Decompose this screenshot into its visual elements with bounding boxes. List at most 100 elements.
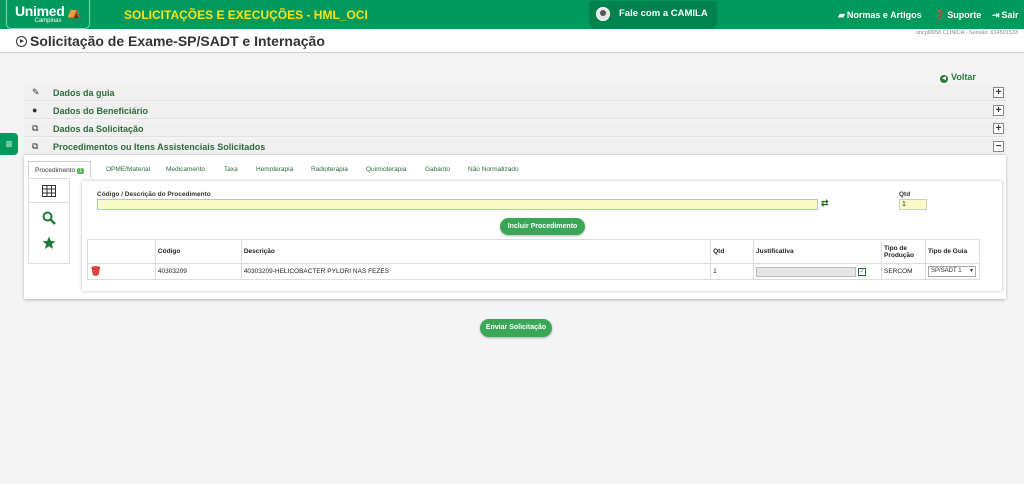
chevron-down-icon: ▾ (969, 268, 973, 274)
voltar-link[interactable]: ◂ Voltar (940, 72, 976, 83)
sair-label: Sair (1001, 10, 1019, 20)
procedure-form: Código / Descrição do Procedimento ⇄ Qtd… (82, 181, 1002, 291)
procedure-search-input[interactable] (97, 199, 818, 210)
normas-link[interactable]: ▰ Normas e Artigos (838, 10, 922, 21)
expand-icon[interactable]: + (993, 105, 1004, 116)
logo-name: Unimed (15, 3, 65, 19)
action-col-header (87, 239, 156, 264)
tab-opme-material[interactable]: OPME/Material (106, 161, 150, 178)
select-value: SP/SADT 1 (930, 268, 962, 274)
app-title: SOLICITAÇÕES E EXECUÇÕES - HML_OCI (124, 8, 368, 22)
logo-subtitle: Campinas (34, 18, 62, 24)
table-icon (42, 185, 56, 197)
tab-label: Procedimento (35, 167, 76, 174)
back-circle-icon: ◂ (940, 75, 948, 83)
tab-label: OPME/Material (106, 166, 151, 173)
tab-nao-normatizado[interactable]: Não Normatizado (468, 161, 519, 178)
tab-hemoterapia[interactable]: Hemoterapia (256, 161, 293, 178)
section-dados-beneficiario[interactable]: ● Dados do Beneficiário + (24, 103, 1006, 119)
tab-radioterapia[interactable]: Radioterapia (311, 161, 348, 178)
count-badge: 1 (77, 168, 84, 174)
logo-mark-icon: ⛺ (66, 5, 82, 19)
section-label: Procedimentos ou Itens Assistenciais Sol… (53, 142, 266, 152)
search-button[interactable] (29, 211, 69, 233)
tab-quimioterapia[interactable]: Quimioterapia (366, 161, 406, 178)
tab-gabarito[interactable]: Gabarito (425, 161, 450, 178)
cell-descricao: 40303209-HELICOBACTER PYLORI NAS FEZES (240, 263, 712, 280)
copy-icon: ⧉ (32, 141, 39, 151)
procedure-label: Código / Descrição do Procedimento (97, 191, 211, 198)
cell-codigo: 40303209 (154, 263, 242, 280)
section-label: Dados do Beneficiário (53, 106, 149, 116)
section-label: Dados da guia (53, 88, 115, 98)
tab-procedimento[interactable]: Procedimento 1 (28, 161, 91, 178)
col-qtd: Qtd (710, 239, 755, 264)
tab-label: Quimioterapia (366, 166, 407, 173)
tab-label: Taxa (224, 166, 238, 173)
tab-label: Não Normatizado (468, 166, 519, 173)
col-descricao: Descrição (240, 239, 712, 264)
favorites-button[interactable] (29, 236, 69, 258)
play-circle-icon (16, 36, 27, 47)
session-info: uncpl0058 CLINICA - Sessão: 614501533 (915, 30, 1018, 36)
section-dados-solicitacao[interactable]: ⧉ Dados da Solicitação + (24, 121, 1006, 137)
qtd-label: Qtd (899, 191, 911, 198)
logout-icon: ⇥ (992, 10, 1000, 20)
tab-label: Hemoterapia (256, 166, 294, 173)
expand-icon[interactable]: + (993, 123, 1004, 134)
user-icon: ● (32, 105, 38, 115)
question-icon: ❓ (934, 10, 946, 20)
tab-label: Medicamento (166, 166, 206, 173)
justificativa-input[interactable] (756, 266, 857, 277)
page-title-text: Solicitação de Exame-SP/SADT e Internaçã… (30, 33, 325, 49)
top-bar: Unimed ⛺ Campinas SOLICITAÇÕES E EXECUÇÕE… (0, 0, 1024, 29)
tab-taxa[interactable]: Taxa (224, 161, 238, 178)
col-tipo-guia: Tipo de Guia (924, 239, 981, 264)
cell-justificativa: ✓ (753, 263, 882, 280)
search-icon (42, 211, 56, 225)
voltar-label: Voltar (951, 72, 976, 82)
table-header-row: Código Descrição Qtd Justificativa Tipo … (87, 239, 981, 264)
row-actions: 🗑 (87, 263, 156, 280)
tab-label: Radioterapia (311, 166, 348, 173)
qtd-input[interactable]: 1 (899, 199, 927, 210)
section-dados-guia[interactable]: ✎ Dados da guia + (24, 85, 1006, 101)
tab-label: Gabarito (425, 166, 450, 173)
tab-medicamento[interactable]: Medicamento (166, 161, 205, 178)
unimed-logo[interactable]: Unimed ⛺ Campinas (6, 0, 90, 29)
suporte-label: Suporte (947, 10, 982, 20)
trash-icon[interactable]: 🗑 (90, 266, 101, 277)
star-icon (42, 236, 56, 249)
chat-label: Fale com a CAMILA (619, 8, 708, 19)
chat-camila-button[interactable]: Fale com a CAMILA (590, 1, 716, 27)
sidebar-toggle-button[interactable]: ≡ (0, 133, 18, 155)
avatar-icon (596, 7, 610, 21)
copy-icon: ⧉ (32, 123, 39, 133)
edit-check-icon[interactable]: ✓ (858, 267, 867, 276)
table-row: 🗑 40303209 40303209-HELICOBACTER PYLORI … (87, 263, 981, 280)
col-tipo-producao: Tipo de Produção (881, 239, 926, 264)
cell-tipo-guia: SP/SADT 1 ▾ (924, 263, 981, 280)
book-icon: ▰ (838, 10, 845, 20)
edit-icon: ✎ (32, 87, 40, 97)
enviar-solicitacao-button[interactable]: Enviar Solicitação (480, 319, 552, 337)
incluir-procedimento-button[interactable]: Incluir Procedimento (500, 218, 585, 235)
section-label: Dados da Solicitação (53, 124, 144, 134)
cell-qtd: 1 (710, 263, 755, 280)
suporte-link[interactable]: ❓ Suporte (934, 10, 981, 21)
table-view-button[interactable] (29, 181, 69, 203)
section-procedimentos[interactable]: ⧉ Procedimentos ou Itens Assistenciais S… (24, 139, 1006, 155)
col-codigo: Código (154, 239, 242, 264)
swap-icon[interactable]: ⇄ (821, 198, 829, 209)
sair-link[interactable]: ⇥ Sair (992, 10, 1019, 21)
expand-icon[interactable]: + (993, 87, 1004, 98)
tipo-guia-select[interactable]: SP/SADT 1 ▾ (927, 266, 976, 277)
procedimentos-panel: Procedimento 1 OPME/Material Medicamento … (24, 155, 1006, 299)
page-title: Solicitação de Exame-SP/SADT e Internaçã… (16, 33, 325, 49)
normas-label: Normas e Artigos (846, 10, 922, 20)
procedures-table: Código Descrição Qtd Justificativa Tipo … (87, 239, 981, 280)
col-justificativa: Justificativa (753, 239, 882, 264)
tool-column (28, 178, 70, 264)
cell-tipo-producao: SERCOM (881, 263, 926, 280)
collapse-icon[interactable]: − (993, 141, 1004, 152)
